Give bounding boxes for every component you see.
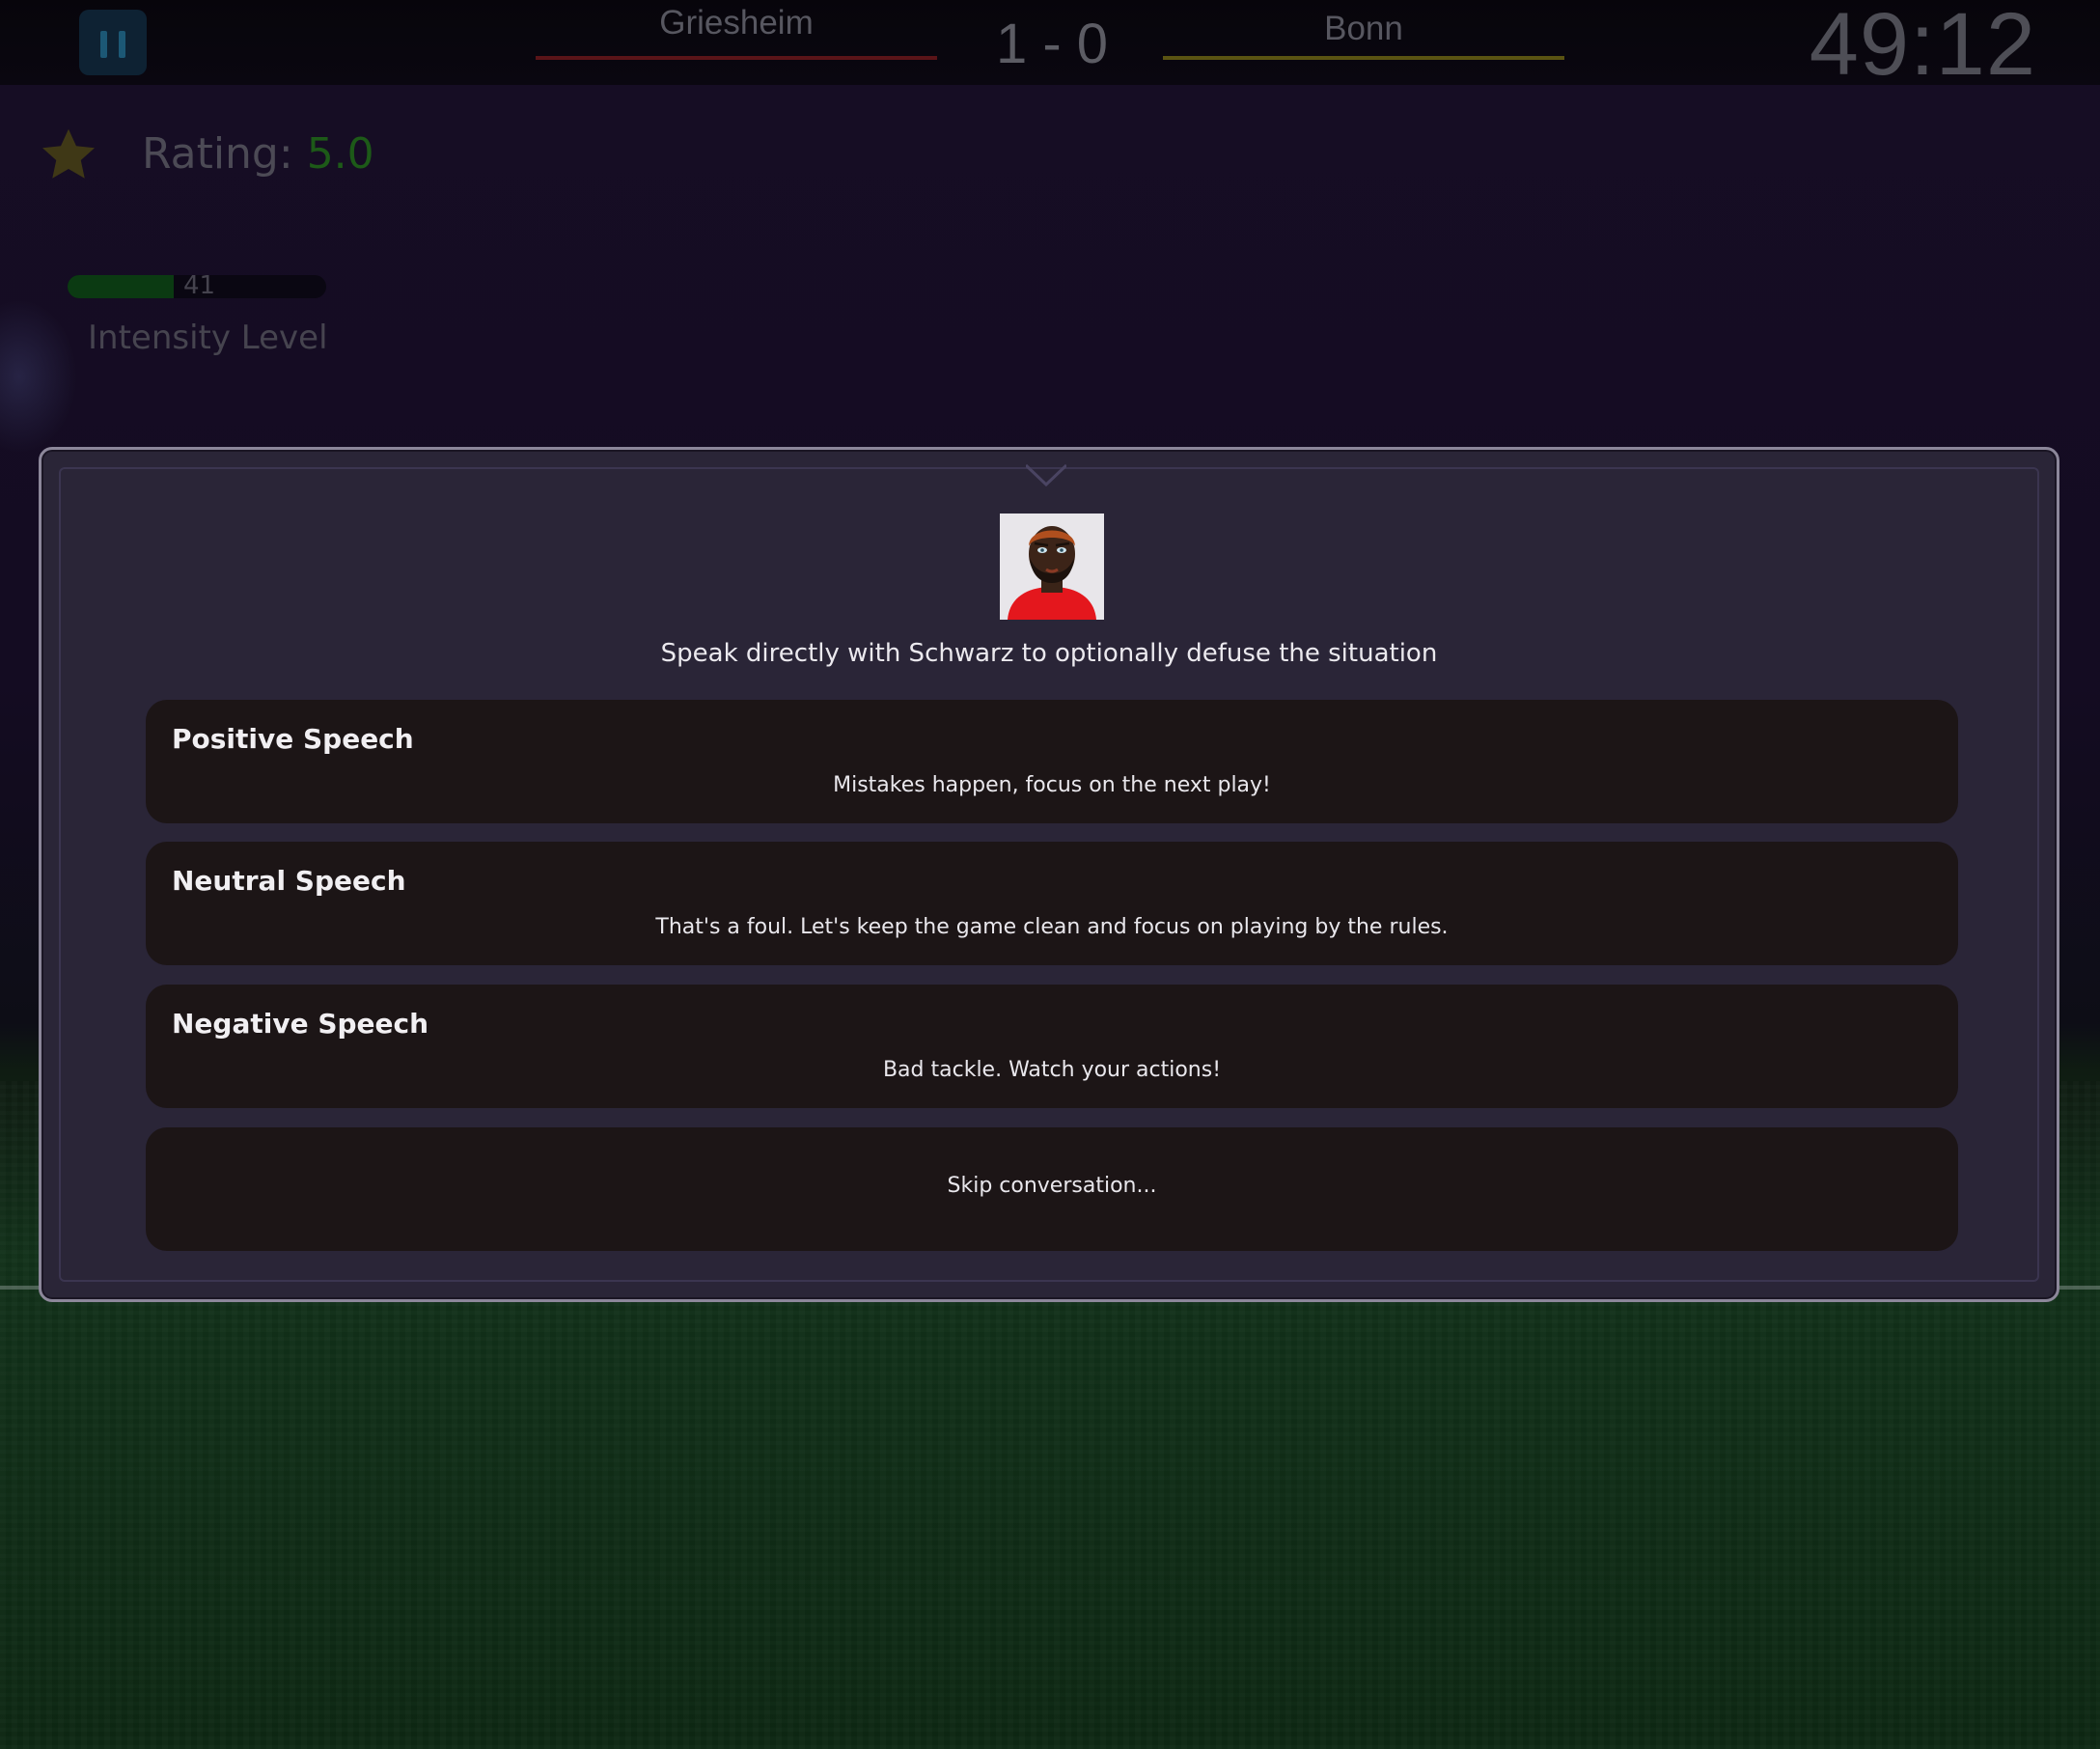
option-title: Positive Speech	[172, 723, 414, 755]
neutral-speech-option[interactable]: Neutral Speech That's a foul. Let's keep…	[146, 842, 1958, 965]
rating-label: Rating:	[142, 129, 293, 179]
home-team-name: Griesheim	[659, 4, 814, 42]
option-title: Neutral Speech	[172, 865, 406, 897]
pitch-line	[2058, 1286, 2100, 1290]
intensity-bar-fill	[68, 275, 174, 298]
option-text: Mistakes happen, focus on the next play!	[833, 773, 1271, 797]
skip-conversation-button[interactable]: Skip conversation...	[146, 1127, 1958, 1251]
away-team-color-bar	[1163, 56, 1564, 60]
option-title: Negative Speech	[172, 1008, 429, 1040]
rating-display: Rating: 5.0	[142, 129, 374, 179]
skip-label: Skip conversation...	[947, 1174, 1157, 1198]
rating-value: 5.0	[306, 129, 374, 179]
star-icon	[42, 128, 95, 179]
home-team-color-bar	[536, 56, 937, 60]
option-text: Bad tackle. Watch your actions!	[882, 1058, 1222, 1082]
match-clock: 49:12	[1809, 0, 2036, 94]
dialog-notch-ornament	[1026, 463, 1066, 487]
scoreboard-bar: Griesheim 1 - 0 Bonn 49:12	[0, 0, 2100, 94]
positive-speech-option[interactable]: Positive Speech Mistakes happen, focus o…	[146, 700, 1958, 823]
intensity-label: Intensity Level	[88, 319, 328, 357]
away-team-name: Bonn	[1324, 10, 1403, 47]
negative-speech-option[interactable]: Negative Speech Bad tackle. Watch your a…	[146, 985, 1958, 1108]
dialog-prompt: Speak directly with Schwarz to optionall…	[660, 639, 1438, 668]
option-text: That's a foul. Let's keep the game clean…	[655, 915, 1449, 939]
conversation-dialog: Speak directly with Schwarz to optionall…	[39, 447, 2059, 1302]
pitch-line	[0, 1286, 42, 1290]
player-portrait	[1000, 514, 1104, 620]
intensity-value: 41	[183, 271, 216, 300]
pause-button[interactable]	[79, 10, 147, 75]
match-score: 1 - 0	[995, 13, 1109, 75]
